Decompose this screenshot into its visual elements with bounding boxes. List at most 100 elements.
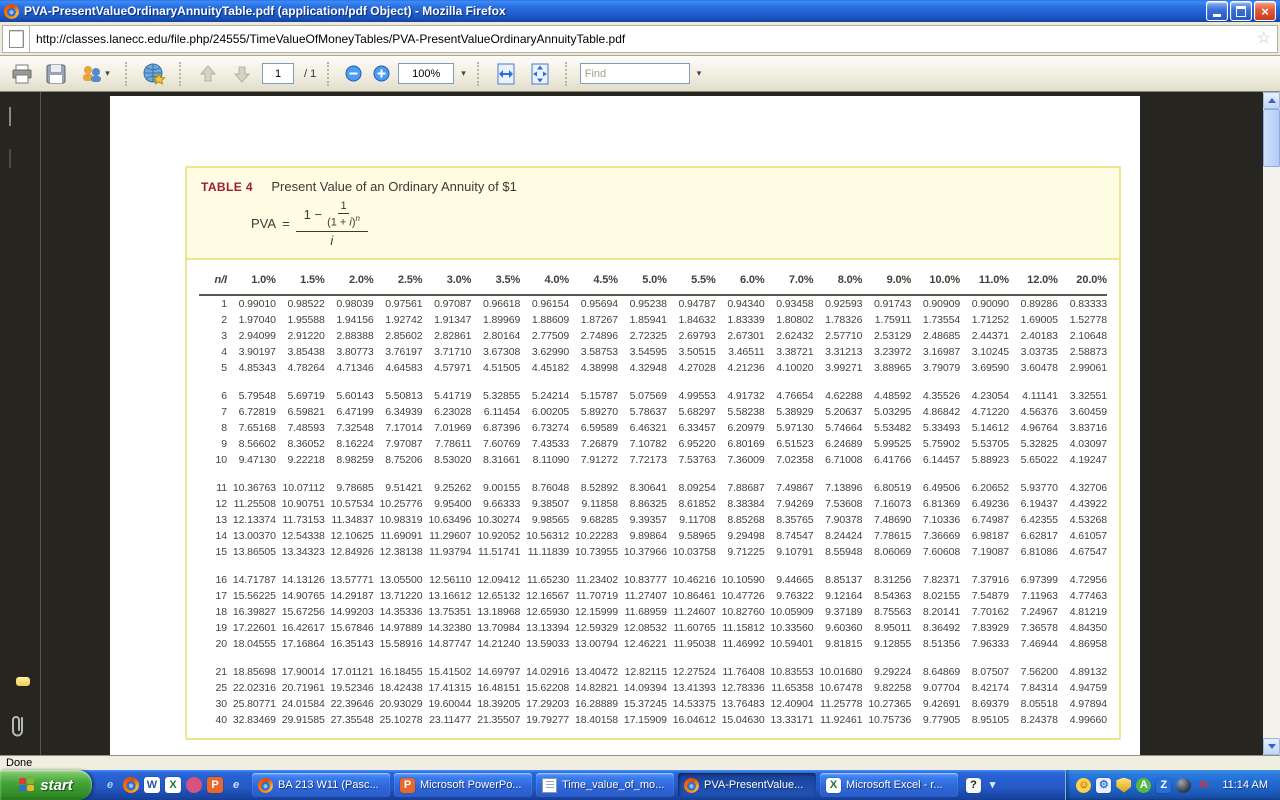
- shield-icon[interactable]: [1116, 778, 1131, 793]
- value-cell: 0.89286: [1009, 295, 1058, 312]
- value-cell: 7.01969: [423, 420, 472, 436]
- firefox-icon[interactable]: [123, 777, 139, 793]
- taskbar-task[interactable]: Time_value_of_mo...: [536, 773, 674, 797]
- firefox-icon: [684, 778, 699, 793]
- value-cell: 9.25262: [423, 480, 472, 496]
- attachments-panel-button[interactable]: [9, 714, 27, 740]
- value-cell: 8.24424: [814, 528, 863, 544]
- table-row: 87.651687.485937.325487.170147.019696.87…: [199, 420, 1107, 436]
- zoom-in-button[interactable]: [370, 60, 392, 88]
- scrollbar-thumb[interactable]: [1263, 109, 1280, 167]
- scroll-up-button[interactable]: [1263, 92, 1280, 109]
- value-cell: 13.00794: [569, 636, 618, 664]
- start-button[interactable]: start: [0, 770, 92, 800]
- internet-explorer-icon[interactable]: e: [102, 777, 118, 793]
- smiley-icon[interactable]: ☺: [1076, 778, 1091, 793]
- z-app-icon[interactable]: Z: [1156, 778, 1171, 793]
- rate-column-header: 11.0%: [960, 270, 1009, 295]
- value-cell: 3.71710: [423, 344, 472, 360]
- windows-flag-icon: [19, 778, 35, 792]
- restore-button[interactable]: [1230, 1, 1252, 21]
- fit-width-button[interactable]: [492, 60, 520, 88]
- value-cell: 15.67846: [325, 620, 374, 636]
- find-input[interactable]: [580, 63, 690, 84]
- value-cell: 0.96154: [520, 295, 569, 312]
- save-button[interactable]: [42, 60, 70, 88]
- value-cell: 17.90014: [276, 664, 325, 680]
- table-row: 98.566028.360528.162247.970877.786117.60…: [199, 436, 1107, 452]
- close-button[interactable]: ×: [1254, 1, 1276, 21]
- zoom-level-select[interactable]: 100%: [398, 63, 454, 84]
- value-cell: 4.84350: [1058, 620, 1107, 636]
- value-cell: 6.49506: [911, 480, 960, 496]
- value-cell: 8.75206: [374, 452, 423, 480]
- value-cell: 0.97561: [374, 295, 423, 312]
- value-cell: 2.10648: [1058, 328, 1107, 344]
- value-cell: 6.23028: [423, 404, 472, 420]
- powerpoint-icon[interactable]: P: [207, 777, 223, 793]
- value-cell: 13.71220: [374, 588, 423, 604]
- taskbar: start e WX Pe BA 213 W11 (Pasc...PMicrosof…: [0, 770, 1280, 800]
- email-button[interactable]: ▾: [76, 60, 114, 88]
- value-cell: 8.95105: [960, 712, 1009, 728]
- excel-icon[interactable]: X: [165, 777, 181, 793]
- value-cell: 2.91220: [276, 328, 325, 344]
- pages-panel-button[interactable]: [9, 108, 11, 126]
- value-cell: 4.53268: [1058, 512, 1107, 528]
- browser-icon[interactable]: e: [228, 777, 244, 793]
- fit-width-icon: [496, 63, 516, 85]
- period-cell: 15: [199, 544, 227, 572]
- favicon-button[interactable]: [2, 25, 30, 53]
- scroll-down-button[interactable]: [1263, 738, 1280, 755]
- minimize-button[interactable]: [1206, 1, 1228, 21]
- minimize-icon: [1213, 14, 1221, 17]
- antivirus-icon[interactable]: A: [1136, 778, 1151, 793]
- bookmark-star-icon[interactable]: ☆: [1257, 31, 1271, 47]
- value-cell: 7.60769: [471, 436, 520, 452]
- value-cell: 6.33457: [667, 420, 716, 436]
- value-cell: 0.91743: [862, 295, 911, 312]
- value-cell: 10.07112: [276, 480, 325, 496]
- taskbar-task[interactable]: PVA-PresentValue...: [678, 773, 816, 797]
- table-row: 21.970401.955881.941561.927421.913471.89…: [199, 312, 1107, 328]
- formula-numerator-prefix: 1 −: [304, 207, 322, 222]
- tool-icon[interactable]: ⚙: [1096, 778, 1111, 793]
- taskbar-task[interactable]: BA 213 W11 (Pasc...: [252, 773, 390, 797]
- taskbar-task[interactable]: XMicrosoft Excel - r...: [820, 773, 958, 797]
- word-icon[interactable]: W: [144, 777, 160, 793]
- value-cell: 10.82760: [716, 604, 765, 620]
- taskbar-task[interactable]: PMicrosoft PowerPo...: [394, 773, 532, 797]
- value-cell: 20.71961: [276, 680, 325, 696]
- value-cell: 9.58965: [667, 528, 716, 544]
- print-button[interactable]: [8, 60, 36, 88]
- zoom-out-button[interactable]: [342, 60, 364, 88]
- value-cell: 18.04555: [227, 636, 276, 664]
- chevron-down-icon[interactable]: ▾: [697, 68, 702, 79]
- url-field[interactable]: http://classes.lanecc.edu/file.php/24555…: [30, 25, 1278, 53]
- fit-page-button[interactable]: [526, 60, 554, 88]
- value-cell: 9.71225: [716, 544, 765, 572]
- pva-formula: PVA = 1 − 1 (1 + i)n i: [251, 200, 1105, 248]
- vertical-scrollbar[interactable]: [1263, 92, 1280, 755]
- value-cell: 17.01121: [325, 664, 374, 680]
- page-number-input[interactable]: [262, 63, 294, 84]
- web-tools-button[interactable]: [140, 60, 168, 88]
- value-cell: 9.51421: [374, 480, 423, 496]
- value-cell: 12.82115: [618, 664, 667, 680]
- period-cell: 40: [199, 712, 227, 728]
- help-icon[interactable]: ?: [966, 778, 981, 793]
- globe-icon[interactable]: [1176, 778, 1191, 793]
- previous-page-button[interactable]: [194, 60, 222, 88]
- norton-icon[interactable]: N: [1196, 778, 1211, 793]
- window-title-bar: PVA-PresentValueOrdinaryAnnuityTable.pdf…: [0, 0, 1280, 22]
- messenger-icon[interactable]: [186, 777, 202, 793]
- url-text: http://classes.lanecc.edu/file.php/24555…: [36, 32, 1257, 46]
- value-cell: 4.62288: [814, 388, 863, 404]
- chevron-down-icon[interactable]: ▾: [461, 68, 466, 79]
- layers-panel-button[interactable]: [9, 150, 11, 168]
- value-cell: 11.24607: [667, 604, 716, 620]
- value-cell: 6.71008: [814, 452, 863, 480]
- next-page-button[interactable]: [228, 60, 256, 88]
- table-row: 1715.5622514.9076514.2918713.7122013.166…: [199, 588, 1107, 604]
- hidden-icons-chevron-icon[interactable]: ▾: [985, 778, 1000, 793]
